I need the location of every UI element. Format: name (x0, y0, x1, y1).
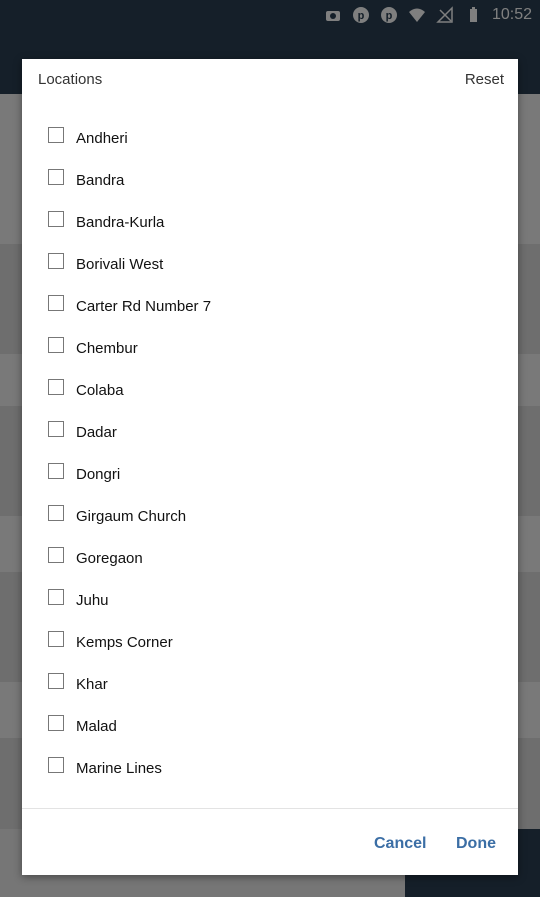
location-label: Khar (76, 676, 108, 693)
location-option[interactable]: Dadar (22, 403, 518, 445)
modal-title: Locations (38, 71, 103, 88)
checkbox[interactable] (48, 337, 64, 353)
location-option[interactable]: Juhu (22, 571, 518, 613)
checkbox[interactable] (48, 547, 64, 563)
locations-modal: Locations Reset Andheri Bandra Bandra-Kurl… (22, 59, 518, 875)
location-label: Dongri (76, 466, 121, 483)
location-label: Marine Lines (76, 760, 162, 777)
location-option[interactable]: Khar (22, 655, 518, 697)
location-option[interactable]: Dongri (22, 445, 518, 487)
location-label: Juhu (76, 592, 109, 609)
location-label: Dadar (76, 424, 117, 441)
checkbox[interactable] (48, 295, 64, 311)
location-label: Malad (76, 718, 117, 735)
location-label: Bandra-Kurla (76, 214, 165, 231)
checkbox[interactable] (48, 757, 64, 773)
modal-header: Locations Reset (22, 59, 518, 99)
location-label: Colaba (76, 382, 124, 399)
location-label: Andheri (76, 130, 128, 147)
checkbox[interactable] (48, 253, 64, 269)
location-list: Andheri Bandra Bandra-Kurla Borivali West Ca… (22, 109, 518, 781)
cancel-button[interactable]: Cancel (374, 835, 426, 853)
location-option[interactable]: Marine Lines (22, 739, 518, 781)
checkbox[interactable] (48, 589, 64, 605)
checkbox[interactable] (48, 631, 64, 647)
location-option[interactable]: Malad (22, 697, 518, 739)
location-label: Borivali West (76, 256, 164, 273)
location-option[interactable]: Girgaum Church (22, 487, 518, 529)
checkbox[interactable] (48, 379, 64, 395)
location-option[interactable]: Andheri (22, 109, 518, 151)
location-option[interactable]: Goregaon (22, 529, 518, 571)
checkbox[interactable] (48, 715, 64, 731)
location-option[interactable]: Bandra-Kurla (22, 193, 518, 235)
location-label: Carter Rd Number 7 (76, 298, 212, 315)
checkbox[interactable] (48, 505, 64, 521)
location-option[interactable]: Carter Rd Number 7 (22, 277, 518, 319)
location-label: Goregaon (76, 550, 143, 567)
location-label: Kemps Corner (76, 634, 173, 651)
location-option[interactable]: Colaba (22, 361, 518, 403)
reset-button[interactable]: Reset (465, 71, 504, 88)
checkbox[interactable] (48, 463, 64, 479)
location-option[interactable]: Chembur (22, 319, 518, 361)
checkbox[interactable] (48, 211, 64, 227)
location-option[interactable]: Borivali West (22, 235, 518, 277)
checkbox[interactable] (48, 421, 64, 437)
checkbox[interactable] (48, 127, 64, 143)
location-label: Girgaum Church (76, 508, 187, 525)
modal-footer: Cancel Done (22, 808, 518, 875)
checkbox[interactable] (48, 673, 64, 689)
location-label: Chembur (76, 340, 138, 357)
checkbox[interactable] (48, 169, 64, 185)
location-label: Bandra (76, 172, 125, 189)
done-button[interactable]: Done (456, 835, 496, 853)
location-option[interactable]: Bandra (22, 151, 518, 193)
location-option[interactable]: Kemps Corner (22, 613, 518, 655)
